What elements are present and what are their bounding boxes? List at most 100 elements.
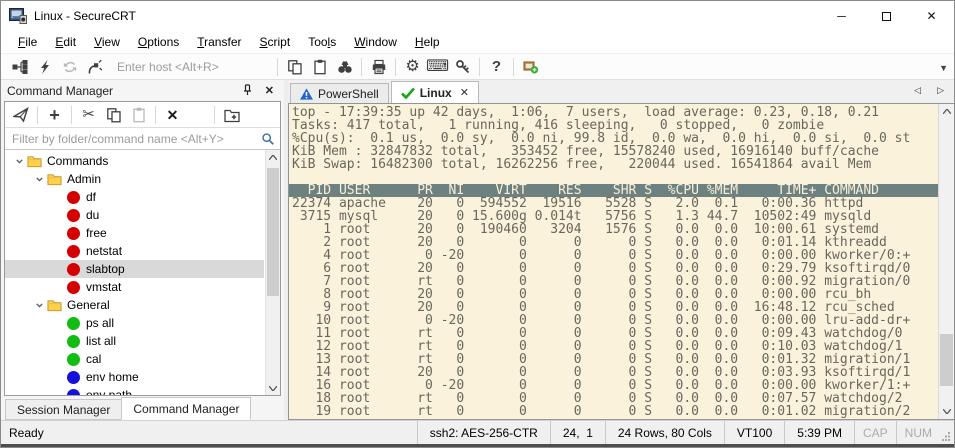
delete-icon[interactable]: ✕ [160, 104, 185, 126]
toolbar-separator [71, 106, 72, 124]
command-bullet-icon [67, 281, 80, 294]
print-icon[interactable] [366, 56, 391, 78]
find-icon[interactable] [332, 56, 357, 78]
close-button[interactable]: ✕ [909, 1, 954, 31]
process-table-rows: 22374 apache 20 0 594552 19516 5528 S 2.… [289, 197, 938, 418]
indicator-num: NUM [896, 421, 940, 444]
paste-icon[interactable] [126, 104, 151, 126]
new-folder-icon[interactable] [219, 104, 244, 126]
tree-item-env-home[interactable]: env home [5, 368, 264, 386]
copy-icon[interactable] [101, 104, 126, 126]
panel-tab-session-manager[interactable]: Session Manager [5, 399, 122, 420]
chevron-down-icon[interactable] [11, 157, 27, 166]
menu-script[interactable]: Script [251, 33, 300, 51]
scroll-up-icon[interactable] [939, 104, 954, 119]
session-tab-bar: PowerShell Linux✕ ◁ ▷ [288, 80, 954, 103]
resize-grip[interactable] [940, 421, 954, 444]
menu-help[interactable]: Help [406, 33, 449, 51]
help-icon[interactable]: ? [484, 56, 509, 78]
menu-bar: FileEditViewOptionsTransferScriptToolsWi… [1, 31, 954, 53]
pin-icon[interactable] [242, 84, 253, 97]
connect-icon[interactable] [7, 56, 32, 78]
tree-item-ps-all[interactable]: ps all [5, 314, 264, 332]
tab-scroll-right-icon[interactable]: ▷ [937, 85, 944, 96]
toolbar-separator [479, 58, 480, 76]
tree-item-free[interactable]: free [5, 224, 264, 242]
session-tab-powershell[interactable]: PowerShell [290, 83, 389, 103]
menu-view[interactable]: View [85, 33, 129, 51]
cut-icon[interactable]: ✂ [76, 104, 101, 126]
host-input[interactable] [115, 59, 263, 75]
command-bullet-icon [67, 353, 80, 366]
session-tab-linux[interactable]: Linux✕ [391, 81, 479, 103]
scroll-down-icon[interactable] [939, 404, 954, 419]
title-bar: Linux - SecureCRT ─ ✕ [1, 1, 954, 31]
tree-item-list-all[interactable]: list all [5, 332, 264, 350]
app-icon [9, 8, 27, 24]
menu-tools[interactable]: Tools [299, 33, 345, 51]
toolbar-overflow-button[interactable]: ▼ [939, 63, 948, 73]
command-bullet-icon [67, 227, 80, 240]
keymap-icon[interactable]: ⌨ [425, 56, 450, 78]
menu-transfer[interactable]: Transfer [188, 33, 250, 51]
menu-edit[interactable]: Edit [46, 33, 85, 51]
terminal-scroll-thumb[interactable] [940, 334, 953, 386]
maximize-button[interactable] [864, 1, 909, 31]
tree-item-commands[interactable]: Commands [5, 152, 264, 170]
key-agent-icon[interactable] [450, 56, 475, 78]
minimize-button[interactable]: ─ [819, 1, 864, 31]
command-bullet-icon [67, 245, 80, 258]
command-manager-panel: Command Manager ✕ + ✂ ✕ Commands Admin df du f… [1, 80, 284, 420]
tree-item-netstat[interactable]: netstat [5, 242, 264, 260]
terminal[interactable]: top - 17:39:35 up 42 days, 1:06, 7 users… [288, 103, 954, 420]
add-command-icon[interactable]: + [42, 104, 67, 126]
scroll-up-icon[interactable] [266, 150, 280, 164]
chevron-down-icon[interactable] [31, 175, 47, 184]
options-gear-icon[interactable] [185, 104, 210, 126]
tree-item-admin[interactable]: Admin [5, 170, 264, 188]
menu-file[interactable]: File [9, 33, 46, 51]
tree-item-label: ps all [86, 316, 114, 330]
tree-item-slabtop[interactable]: slabtop [5, 260, 264, 278]
copy-icon[interactable] [282, 56, 307, 78]
tree-item-du[interactable]: du [5, 206, 264, 224]
terminal-scrollbar[interactable] [938, 104, 954, 419]
command-bullet-icon [67, 371, 80, 384]
toolbar-separator [395, 58, 396, 76]
securecrt-window: Linux - SecureCRT ─ ✕ FileEditViewOption… [0, 0, 955, 448]
tree-item-label: du [86, 208, 99, 222]
tree-scrollbar[interactable] [265, 150, 280, 395]
scroll-down-icon[interactable] [266, 381, 280, 395]
folder-icon [47, 299, 62, 312]
menu-window[interactable]: Window [345, 33, 406, 51]
close-tab-icon[interactable]: ✕ [460, 86, 469, 99]
panel-header: Command Manager ✕ [4, 80, 281, 101]
filter-input[interactable] [10, 131, 261, 147]
toolbar-separator [214, 106, 215, 124]
panel-tab-command-manager[interactable]: Command Manager [121, 397, 251, 420]
status-encryption: ssh2: AES-256-CTR [417, 421, 550, 444]
paste-icon[interactable] [307, 56, 332, 78]
send-commands-icon[interactable] [8, 104, 33, 126]
menu-options[interactable]: Options [129, 33, 188, 51]
quick-connect-icon[interactable] [32, 56, 57, 78]
session-wizard-icon[interactable] [518, 56, 543, 78]
tree-item-vmstat[interactable]: vmstat [5, 278, 264, 296]
toolbar-separator [37, 106, 38, 124]
tree-item-general[interactable]: General [5, 296, 264, 314]
status-bar: Ready ssh2: AES-256-CTR24, 124 Rows, 80 … [1, 420, 954, 444]
tree-item-df[interactable]: df [5, 188, 264, 206]
disconnect-icon[interactable] [82, 56, 107, 78]
terminal-pane: PowerShell Linux✕ ◁ ▷ top - 17:39:35 up 4… [288, 80, 954, 420]
tree-item-cal[interactable]: cal [5, 350, 264, 368]
tree-item-env-path[interactable]: env path [5, 386, 264, 395]
tree-scroll-thumb[interactable] [267, 168, 279, 296]
close-panel-icon[interactable]: ✕ [265, 84, 274, 97]
tree-item-label: Admin [67, 172, 101, 186]
session-options-icon[interactable]: ⚙ [400, 56, 425, 78]
tree-item-label: list all [86, 334, 116, 348]
tab-scroll-left-icon[interactable]: ◁ [914, 85, 921, 96]
session-tab-label: PowerShell [318, 87, 379, 101]
chevron-down-icon[interactable] [31, 301, 47, 310]
reconnect-icon[interactable] [57, 56, 82, 78]
